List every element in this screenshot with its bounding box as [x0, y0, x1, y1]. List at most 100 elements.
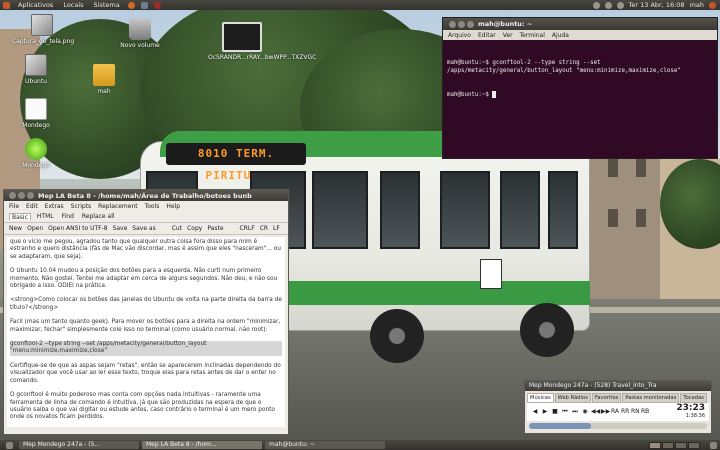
rn-button[interactable]: RN: [631, 408, 640, 416]
tab-replace-all[interactable]: Replace all: [80, 213, 117, 220]
open-ansi-button[interactable]: Open ANSI to UTF-8: [48, 225, 107, 232]
menu-help[interactable]: Help: [166, 203, 180, 210]
maximize-icon[interactable]: [467, 20, 474, 28]
user-name[interactable]: mah: [690, 1, 704, 9]
paste-button[interactable]: Paste: [207, 225, 223, 232]
close-icon[interactable]: [9, 192, 16, 199]
menu-applications[interactable]: Aplicativos: [13, 1, 58, 9]
taskbar-terminal[interactable]: mah@buntu: ~: [265, 441, 385, 449]
lf-button[interactable]: LF: [273, 225, 280, 232]
workspace-3[interactable]: [675, 441, 687, 449]
show-desktop-icon[interactable]: [6, 441, 13, 449]
firefox-launcher-icon[interactable]: [127, 1, 135, 9]
power-icon[interactable]: [709, 1, 716, 9]
tab-find[interactable]: Find: [60, 213, 76, 220]
menu-ver[interactable]: Ver: [503, 32, 513, 39]
desktop-icon-ubuntu[interactable]: Ubuntu: [6, 54, 66, 85]
open-button[interactable]: Open: [27, 225, 43, 232]
track-duration: 1:38:36: [685, 413, 705, 419]
text-paragraph: Facil (mas um tanto quanto geek). Para m…: [10, 319, 281, 333]
taskbar-mep-mondego[interactable]: Mep Mondego 247a - (5...: [19, 441, 139, 449]
desktop-icon-mah[interactable]: mah: [74, 64, 134, 95]
tab-tocadas[interactable]: Tocadas: [680, 393, 707, 403]
close-icon[interactable]: [449, 20, 456, 28]
save-as-button[interactable]: Save as: [132, 225, 155, 232]
tab-basic[interactable]: Basic: [9, 213, 31, 221]
clock[interactable]: Ter 13 Abr, 16:08: [629, 1, 685, 9]
tab-musicas[interactable]: Músicas: [527, 393, 554, 403]
text-paragraph: O Ubuntu 10.04 mudou a posição dos botõe…: [10, 268, 278, 290]
ra-button[interactable]: RA: [611, 408, 619, 416]
menu-file[interactable]: File: [9, 203, 19, 210]
taskbar-mep-la[interactable]: Mep LA Beta 8 - /hom...: [142, 441, 262, 449]
workspace-2[interactable]: [662, 441, 674, 449]
menu-edit[interactable]: Edit: [26, 203, 38, 210]
save-button[interactable]: Save: [113, 225, 128, 232]
cr-button[interactable]: CR: [260, 225, 268, 232]
trash-icon[interactable]: [710, 441, 717, 449]
player-tabs: Músicas Web Rádios Favoritos Pastas moni…: [525, 391, 711, 403]
rb-button[interactable]: RB: [641, 408, 649, 416]
editor-titlebar[interactable]: Mep LA Beta 8 - /home/mah/Área de Trabal…: [4, 190, 288, 201]
terminal-window[interactable]: mah@buntu: ~ Arquivo Editar Ver Terminal…: [442, 17, 718, 159]
tab-pastas[interactable]: Pastas monitoradas: [622, 393, 680, 403]
menu-editar[interactable]: Editar: [478, 32, 496, 39]
volume-icon[interactable]: [616, 1, 624, 9]
menu-ajuda[interactable]: Ajuda: [552, 32, 569, 39]
terminal-output[interactable]: mah@buntu:~$ gconftool-2 --type string -…: [443, 40, 717, 118]
menu-arquivo[interactable]: Arquivo: [448, 32, 471, 39]
workspace-1[interactable]: [649, 441, 661, 449]
player-time: 23:23 1:38:36: [676, 404, 705, 420]
next-icon[interactable]: ⏭: [571, 408, 579, 416]
back-icon[interactable]: ◀: [531, 408, 539, 416]
menu-places[interactable]: Locais: [58, 1, 88, 9]
menu-replacement[interactable]: Replacement: [98, 203, 137, 210]
launcher-icon[interactable]: [153, 1, 161, 9]
drive-icon: [129, 18, 151, 40]
tab-html[interactable]: HTML: [35, 213, 56, 220]
tab-favoritos[interactable]: Favoritos: [591, 393, 622, 403]
maximize-icon[interactable]: [27, 192, 34, 199]
terminal-line: mah@buntu:~$: [447, 91, 713, 99]
player-titlebar[interactable]: Mep Mondego 247a - (528) Travel_into_Tra: [525, 381, 711, 391]
text-paragraph-selected: gconftool-2 --type string --set /apps/me…: [10, 341, 282, 356]
record-icon[interactable]: ◉: [581, 408, 589, 416]
mondego-app-icon: [25, 138, 47, 160]
menu-system[interactable]: Sistema: [89, 1, 125, 9]
previous-icon[interactable]: ⏮: [561, 408, 569, 416]
stop-icon[interactable]: ■: [551, 408, 559, 416]
ubuntu-logo-icon[interactable]: [3, 1, 10, 9]
mail-icon[interactable]: [604, 1, 612, 9]
media-player-window[interactable]: Mep Mondego 247a - (528) Travel_into_Tra…: [524, 380, 712, 434]
fast-forward-icon[interactable]: ▶▶: [601, 408, 610, 416]
crlf-button[interactable]: CRLF: [240, 225, 255, 232]
minimize-icon[interactable]: [458, 20, 465, 28]
desktop-icon-mondego[interactable]: Mondego: [6, 138, 66, 169]
menu-terminal[interactable]: Terminal: [520, 32, 545, 39]
image-file-icon: [31, 14, 53, 36]
menu-scripts[interactable]: Scripts: [71, 203, 92, 210]
desktop-icon-video[interactable]: OcSRANDR...rRAY...bwWPP...TXZVGC: [208, 22, 316, 61]
menu-tools[interactable]: Tools: [145, 203, 160, 210]
tab-web-radios[interactable]: Web Rádios: [554, 393, 591, 403]
play-icon[interactable]: ▶: [541, 408, 549, 416]
desktop-icon-mondego-doc[interactable]: Mondego: [6, 98, 66, 129]
editor-window[interactable]: Mep LA Beta 8 - /home/mah/Área de Trabal…: [3, 189, 289, 435]
editor-text-area[interactable]: que o vício me pegou, agradou tanto que …: [7, 237, 285, 427]
workspace-4[interactable]: [688, 441, 700, 449]
launcher-icon[interactable]: [140, 1, 148, 9]
seek-bar[interactable]: [529, 423, 707, 429]
rr-button[interactable]: RR: [621, 408, 629, 416]
terminal-titlebar[interactable]: mah@buntu: ~: [443, 18, 717, 30]
text-paragraph: O gconftool é muito poderoso mas conta c…: [10, 392, 275, 421]
document-icon: [25, 98, 47, 120]
new-button[interactable]: New: [9, 225, 22, 232]
copy-button[interactable]: Copy: [187, 225, 202, 232]
menu-extras[interactable]: Extras: [45, 203, 64, 210]
network-icon[interactable]: [592, 1, 600, 9]
desktop-icon-captura[interactable]: Captura_de_tela.png: [12, 14, 74, 45]
rewind-icon[interactable]: ◀◀: [591, 408, 600, 416]
minimize-icon[interactable]: [18, 192, 25, 199]
desktop-icon-novo-volume[interactable]: Novo volume: [110, 18, 170, 49]
cut-button[interactable]: Cut: [172, 225, 182, 232]
